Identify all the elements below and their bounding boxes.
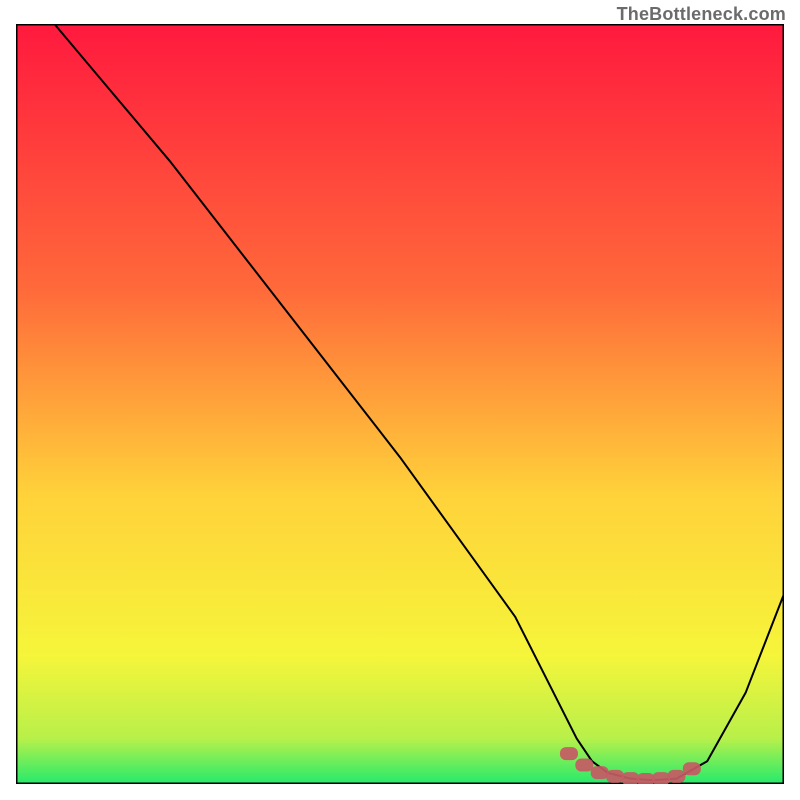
valley-marker-dot xyxy=(652,772,670,784)
chart-svg xyxy=(16,24,784,784)
valley-marker-dot xyxy=(591,766,609,779)
chart-container: TheBottleneck.com xyxy=(0,0,800,800)
gradient-background xyxy=(16,24,784,784)
plot-area xyxy=(16,24,784,784)
valley-marker-dot xyxy=(560,747,578,760)
valley-marker-dot xyxy=(683,762,701,775)
valley-marker-dot xyxy=(575,759,593,772)
valley-marker-dot xyxy=(637,773,655,784)
watermark-text: TheBottleneck.com xyxy=(617,4,786,25)
valley-marker-dot xyxy=(667,770,685,783)
valley-marker-dot xyxy=(606,770,624,783)
valley-marker-dot xyxy=(621,772,639,784)
